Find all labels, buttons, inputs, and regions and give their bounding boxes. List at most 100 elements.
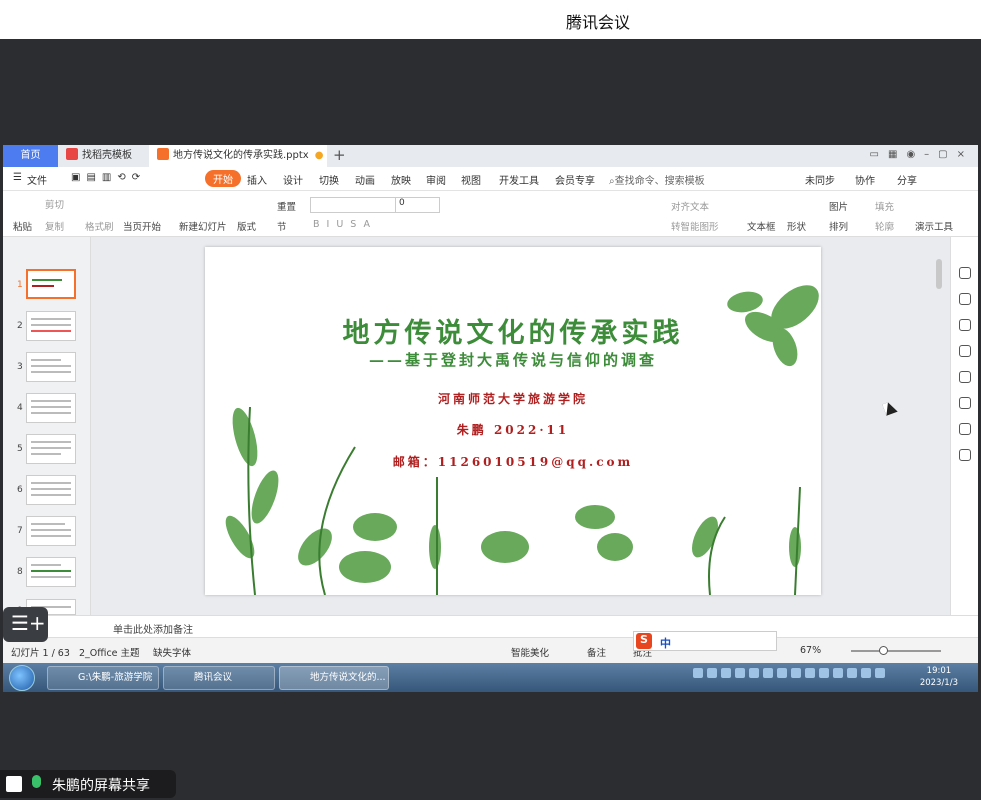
shape-button[interactable]: 形状 [787,219,806,233]
ime-toolbar[interactable]: S 中 [633,631,777,651]
menu-transition[interactable]: 切换 [319,172,339,187]
picture-button[interactable]: 图片 [829,199,848,213]
layout-button[interactable]: 版式 [237,219,256,233]
beautify-button[interactable]: 智能美化 [511,645,549,659]
hamburger-icon[interactable]: ☰ [13,172,22,183]
zoom-level: 67% [800,645,822,656]
vertical-scrollbar[interactable] [935,247,943,607]
slide-thumbnail[interactable] [26,475,76,505]
docer-icon [66,148,78,160]
thumb-number: 7 [17,526,23,536]
paste-button[interactable]: 粘贴 [13,219,32,233]
notes-toggle[interactable]: 备注 [587,645,606,659]
taskbar-tencent-meeting[interactable]: 腾讯会议 [163,666,275,690]
slide-thumbnail[interactable] [26,557,76,587]
menu-insert[interactable]: 插入 [247,172,267,187]
tab-document-label: 地方传说文化的传承实践.pptx [173,150,309,161]
copy-button[interactable]: 复制 [45,219,64,233]
notes-area[interactable]: 单击此处添加备注 [3,615,978,637]
tab-home[interactable]: 首页 [3,145,58,167]
thumb-number: 1 [17,280,23,290]
fill-button[interactable]: 填充 [875,199,894,213]
pin-icon[interactable] [959,319,971,331]
slide-thumbnail[interactable] [26,393,76,423]
thumbnail-panel: 1 2 3 4 5 6 7 8 9 [3,237,91,616]
screen-share-badge: 朱鹏的屏幕共享 [0,770,176,798]
menu-share[interactable]: 分享 [897,172,917,187]
reset-button[interactable]: 重置 [277,199,296,213]
share-label: 朱鹏的屏幕共享 [52,778,150,794]
font-name-select[interactable]: 0 [310,197,440,213]
windows-taskbar: G:\朱鹏-旅游学院 腾讯会议 地方传说文化的... 19:01 2023/1/… [3,663,978,692]
menu-start[interactable]: 开始 [205,170,241,187]
sync-status[interactable]: 未同步 [805,172,835,187]
new-slide-button[interactable]: 新建幻灯片 [179,219,227,233]
format-painter-button[interactable]: 格式刷 [85,219,114,233]
slide-subtitle: ——基于登封大禹传说与信仰的调查 [368,351,657,369]
slide-author: 朱鹏 2022·11 [456,423,570,437]
slide-thumbnail[interactable] [26,516,76,546]
slide-thumbnail[interactable] [26,311,76,341]
cut-button[interactable]: 剪切 [45,197,64,211]
menu-collab[interactable]: 协作 [855,172,875,187]
status-bar: 幻灯片 1 / 63 2_Office 主题 缺失字体 智能美化 备注 批注 6… [3,637,978,663]
section-button[interactable]: 节 [277,219,287,233]
taskbar-explorer[interactable]: G:\朱鹏-旅游学院 [47,666,159,690]
slide-email: 邮箱：1126010519@qq.com [392,455,634,469]
tab-document[interactable]: 地方传说文化的传承实践.pptx ● [149,145,327,167]
thumb-number: 8 [17,567,23,577]
present-tools-button[interactable]: 演示工具 [915,219,953,233]
outline-button[interactable]: 轮廓 [875,219,894,233]
new-tab-plus-icon[interactable]: + [333,146,346,164]
slide-position: 幻灯片 1 / 63 [11,648,70,659]
quick-access-icons[interactable]: ▣▤▥⟲⟳ [71,172,146,183]
align-text-button[interactable]: 对齐文本 [671,199,709,213]
workspace: 1 2 3 4 5 6 7 8 9 [3,237,978,692]
sogou-icon: S [636,633,652,649]
thumb-number: 3 [17,362,23,372]
location-icon[interactable] [959,423,971,435]
menu-file[interactable]: 文件 [27,172,47,187]
menu-review[interactable]: 审阅 [426,172,446,187]
rocket-icon[interactable] [959,267,971,279]
meeting-menu-button[interactable]: ☰+ [3,607,48,642]
slide-thumbnail[interactable] [26,352,76,382]
arrange-button[interactable]: 排列 [829,219,848,233]
clock-icon[interactable] [959,371,971,383]
book-icon[interactable] [959,449,971,461]
smart-art-button[interactable]: 转智能图形 [671,219,719,233]
slide-canvas[interactable]: 地方传说文化的传承实践 ——基于登封大禹传说与信仰的调查 河南师范大学旅游学院 … [205,247,821,595]
shared-screen: 首页 找稻壳模板 地方传说文化的传承实践.pptx ● + ▭▦◉–▢× ☰ 文件… [3,145,978,692]
menu-vip[interactable]: 会员专享 [555,172,595,187]
copy-icon[interactable] [959,345,971,357]
menu-animation[interactable]: 动画 [355,172,375,187]
zoom-slider[interactable] [851,646,941,655]
scroll-thumb[interactable] [936,259,942,289]
slide-thumbnail[interactable] [26,434,76,464]
taskbar-wps[interactable]: 地方传说文化的... [279,666,389,690]
share-screen-icon [6,776,22,792]
zoom-slider-thumb[interactable] [879,646,888,655]
system-tray[interactable] [693,668,889,681]
menu-design[interactable]: 设计 [283,172,303,187]
taskbar-clock[interactable]: 19:01 2023/1/3 [920,665,958,689]
image-icon[interactable] [959,397,971,409]
window-controls[interactable]: ▭▦◉–▢× [870,149,974,160]
menu-slideshow[interactable]: 放映 [391,172,411,187]
tab-templates[interactable]: 找稻壳模板 [58,145,148,167]
microphone-icon [32,775,41,788]
font-size-select[interactable]: 0 [395,198,441,212]
menu-devtools[interactable]: 开发工具 [499,172,539,187]
sliders-icon[interactable] [959,293,971,305]
windows-start-icon[interactable] [9,665,35,691]
font-style-buttons[interactable]: BIUSA [313,219,377,230]
missing-font-button[interactable]: 缺失字体 [153,645,191,659]
search-command[interactable]: ⌕查找命令、搜索模板 [609,172,705,187]
text-box-button[interactable]: 文本框 [747,219,776,233]
pptx-icon [157,148,169,160]
ime-mode[interactable]: 中 [660,635,671,651]
clock-date: 2023/1/3 [919,678,958,688]
menu-view[interactable]: 视图 [461,172,481,187]
play-current-button[interactable]: 当页开始 [123,219,161,233]
slide-thumbnail[interactable] [26,269,76,299]
